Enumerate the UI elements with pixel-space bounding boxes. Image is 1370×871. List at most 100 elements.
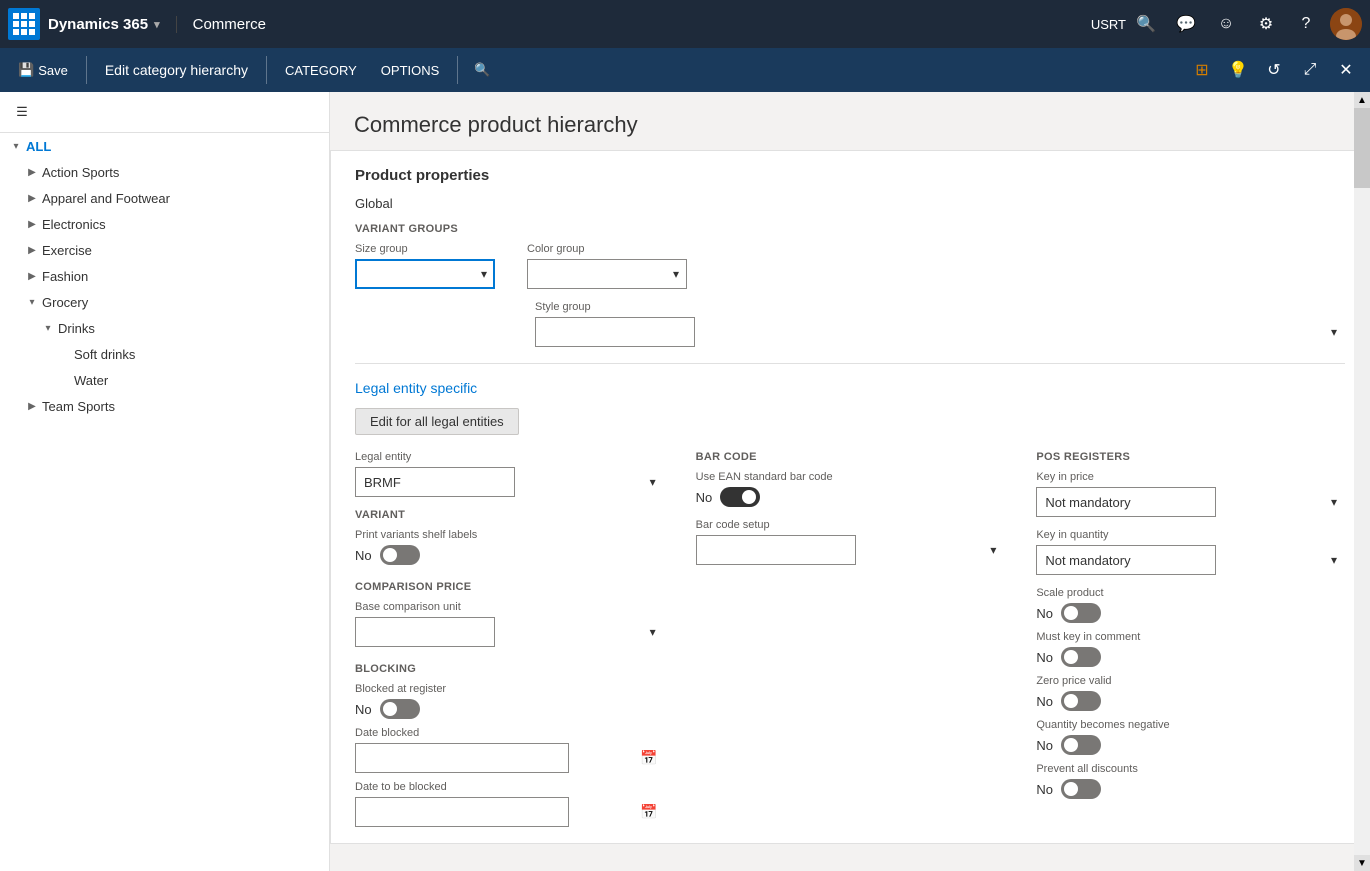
zero-price-valid-value: No bbox=[1036, 694, 1053, 709]
tab-category[interactable]: CATEGORY bbox=[275, 59, 367, 82]
color-group-label: Color group bbox=[527, 243, 687, 255]
global-label: Global bbox=[355, 196, 1345, 211]
date-blocked-input[interactable] bbox=[355, 743, 569, 773]
top-navbar: Dynamics 365 ▾ Commerce USRT 🔍 💬 ☺ ⚙ ? bbox=[0, 0, 1370, 48]
expander-all: ▾ bbox=[8, 138, 24, 154]
date-to-be-blocked-label: Date to be blocked bbox=[355, 781, 664, 793]
edit-for-all-entities-button[interactable]: Edit for all legal entities bbox=[355, 408, 519, 435]
save-icon: 💾 bbox=[18, 62, 34, 78]
sidebar-item-exercise[interactable]: ▶ Exercise bbox=[0, 237, 329, 263]
barcode-setup-select[interactable] bbox=[696, 535, 856, 565]
bulb-icon[interactable]: 💡 bbox=[1222, 54, 1254, 86]
tab-options[interactable]: OPTIONS bbox=[371, 59, 450, 82]
use-ean-toggle[interactable] bbox=[720, 487, 760, 507]
blocked-at-register-value: No bbox=[355, 702, 372, 717]
scale-product-toggle[interactable] bbox=[1061, 603, 1101, 623]
sidebar-item-water[interactable]: Water bbox=[0, 367, 329, 393]
key-in-price-select[interactable]: Not mandatory Mandatory Must key in Not … bbox=[1036, 487, 1216, 517]
content-area: Commerce product hierarchy Product prope… bbox=[330, 92, 1370, 871]
help-icon[interactable]: ? bbox=[1290, 8, 1322, 40]
fashion-label: Fashion bbox=[42, 269, 88, 284]
cmd-separator-2 bbox=[266, 56, 267, 84]
avatar[interactable] bbox=[1330, 8, 1362, 40]
variant-groups-label: VARIANT GROUPS bbox=[355, 223, 1345, 235]
legal-entity-select[interactable]: BRMF bbox=[355, 467, 515, 497]
title-chevron: ▾ bbox=[154, 18, 160, 31]
app-title[interactable]: Dynamics 365 ▾ bbox=[48, 16, 160, 33]
color-group-select[interactable] bbox=[527, 259, 687, 289]
base-comparison-unit-select[interactable] bbox=[355, 617, 495, 647]
print-variants-label: Print variants shelf labels bbox=[355, 529, 664, 541]
chat-icon[interactable]: 💬 bbox=[1170, 8, 1202, 40]
use-ean-value: No bbox=[696, 490, 713, 505]
variant-label: VARIANT bbox=[355, 509, 664, 521]
sidebar-item-soft-drinks[interactable]: Soft drinks bbox=[0, 341, 329, 367]
calendar-icon-1: 📅 bbox=[640, 750, 657, 767]
zero-price-valid-toggle[interactable] bbox=[1061, 691, 1101, 711]
sidebar-item-electronics[interactable]: ▶ Electronics bbox=[0, 211, 329, 237]
smiley-icon[interactable]: ☺ bbox=[1210, 8, 1242, 40]
office-icon[interactable]: ⊞ bbox=[1186, 54, 1218, 86]
grocery-label: Grocery bbox=[42, 295, 88, 310]
cmd-separator bbox=[86, 56, 87, 84]
must-key-in-comment-toggle[interactable] bbox=[1061, 647, 1101, 667]
search-icon[interactable]: 🔍 bbox=[1130, 8, 1162, 40]
scroll-up-btn[interactable]: ▲ bbox=[1354, 92, 1370, 108]
blocked-at-register-label: Blocked at register bbox=[355, 683, 664, 695]
date-to-be-blocked-input[interactable] bbox=[355, 797, 569, 827]
exercise-label: Exercise bbox=[42, 243, 92, 258]
size-group-field: Size group bbox=[355, 243, 495, 289]
legal-entity-specific-label: Legal entity specific bbox=[355, 380, 477, 396]
close-icon[interactable]: ✕ bbox=[1330, 54, 1362, 86]
sidebar-item-action-sports[interactable]: ▶ Action Sports bbox=[0, 159, 329, 185]
date-blocked-label: Date blocked bbox=[355, 727, 664, 739]
zero-price-valid-toggle-row: No bbox=[1036, 691, 1345, 711]
cmd-search[interactable]: 🔍 bbox=[474, 62, 490, 78]
scale-product-value: No bbox=[1036, 606, 1053, 621]
product-properties-card: Product properties Global VARIANT GROUPS… bbox=[330, 150, 1370, 844]
style-group-select[interactable] bbox=[535, 317, 695, 347]
must-key-in-comment-value: No bbox=[1036, 650, 1053, 665]
save-button[interactable]: 💾 Save bbox=[8, 58, 78, 82]
calendar-icon-2: 📅 bbox=[640, 804, 657, 821]
sidebar-item-team-sports[interactable]: ▶ Team Sports bbox=[0, 393, 329, 419]
sidebar-item-all[interactable]: ▾ ALL bbox=[0, 133, 329, 159]
filter-icon[interactable]: ☰ bbox=[8, 98, 36, 126]
sidebar: ☰ ▾ ALL ▶ Action Sports ▶ Apparel and Fo… bbox=[0, 92, 330, 871]
date-blocked-field: Date blocked 📅 bbox=[355, 727, 664, 773]
comparison-price-label: COMPARISON PRICE bbox=[355, 581, 664, 593]
sidebar-item-fashion[interactable]: ▶ Fashion bbox=[0, 263, 329, 289]
breadcrumb: Edit category hierarchy bbox=[95, 58, 258, 82]
blocking-label: BLOCKING bbox=[355, 663, 664, 675]
refresh-icon[interactable]: ↺ bbox=[1258, 54, 1290, 86]
style-group-label: Style group bbox=[535, 301, 1345, 313]
blocked-at-register-toggle-row: No bbox=[355, 699, 664, 719]
command-bar: 💾 Save Edit category hierarchy CATEGORY … bbox=[0, 48, 1370, 92]
scroll-down-btn[interactable]: ▼ bbox=[1354, 855, 1370, 871]
sidebar-item-grocery[interactable]: ▾ Grocery bbox=[0, 289, 329, 315]
key-in-quantity-select[interactable]: Not mandatory Mandatory Must key in Not … bbox=[1036, 545, 1216, 575]
must-key-in-comment-label: Must key in comment bbox=[1036, 631, 1345, 643]
expander-apparel: ▶ bbox=[24, 190, 40, 206]
key-in-price-field: Key in price Not mandatory Mandatory Mus… bbox=[1036, 471, 1345, 517]
scrollbar: ▲ ▼ bbox=[1354, 92, 1370, 871]
color-group-field: Color group bbox=[527, 243, 687, 289]
expand-icon[interactable]: ⤢ bbox=[1294, 54, 1326, 86]
blocked-at-register-toggle[interactable] bbox=[380, 699, 420, 719]
soft-drinks-label: Soft drinks bbox=[74, 347, 135, 362]
style-group-field: Style group bbox=[535, 301, 1345, 347]
key-in-quantity-field: Key in quantity Not mandatory Mandatory … bbox=[1036, 529, 1345, 575]
sidebar-item-apparel[interactable]: ▶ Apparel and Footwear bbox=[0, 185, 329, 211]
size-group-select[interactable] bbox=[355, 259, 495, 289]
team-sports-label: Team Sports bbox=[42, 399, 115, 414]
print-variants-toggle[interactable] bbox=[380, 545, 420, 565]
base-comparison-unit-label: Base comparison unit bbox=[355, 601, 664, 613]
settings-icon[interactable]: ⚙ bbox=[1250, 8, 1282, 40]
quantity-negative-toggle[interactable] bbox=[1061, 735, 1101, 755]
prevent-all-discounts-toggle[interactable] bbox=[1061, 779, 1101, 799]
waffle-icon[interactable] bbox=[8, 8, 40, 40]
size-group-label: Size group bbox=[355, 243, 495, 255]
sidebar-item-drinks[interactable]: ▾ Drinks bbox=[0, 315, 329, 341]
scroll-thumb[interactable] bbox=[1354, 108, 1370, 188]
print-variants-value: No bbox=[355, 548, 372, 563]
